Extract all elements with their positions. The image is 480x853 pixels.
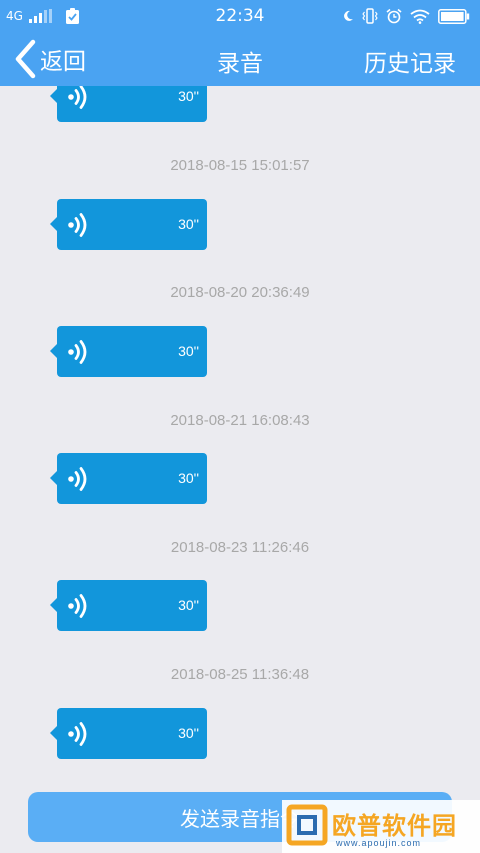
message-timestamp: 2018-08-15 15:01:57 (170, 157, 310, 174)
voice-message-bubble[interactable]: 30'' (50, 453, 207, 504)
voice-message-bubble[interactable]: 30'' (50, 86, 207, 122)
voice-message-bubble[interactable]: 30'' (50, 708, 207, 759)
status-bar: 4G 22:34 (0, 0, 480, 32)
message-timestamp: 2018-08-20 20:36:49 (170, 284, 310, 301)
voice-duration: 30'' (178, 343, 199, 359)
voice-duration: 30'' (178, 88, 199, 104)
sound-wave-icon (68, 86, 87, 109)
history-button[interactable]: 历史记录 (364, 44, 456, 78)
nav-bar: 返回 录音 历史记录 (0, 32, 480, 86)
watermark: 欧普软件园 www.apoujin.com (282, 800, 480, 853)
watermark-logo-icon (286, 804, 328, 846)
voice-duration: 30'' (178, 725, 199, 741)
sound-wave-icon (68, 722, 87, 746)
voice-message-bubble[interactable]: 30'' (50, 580, 207, 631)
status-icons (342, 7, 470, 25)
message-timestamp: 2018-08-25 11:36:48 (170, 666, 310, 683)
battery-icon (438, 8, 470, 24)
wifi-icon (410, 9, 430, 24)
sound-wave-icon (68, 340, 87, 364)
message-timestamp: 2018-08-23 11:26:46 (170, 539, 310, 556)
voice-message-bubble[interactable]: 30'' (50, 199, 207, 250)
watermark-url: www.apoujin.com (336, 838, 422, 848)
moon-icon (344, 10, 353, 21)
message-timestamp: 2018-08-21 16:08:43 (170, 412, 310, 429)
voice-duration: 30'' (178, 216, 199, 232)
voice-message-bubble[interactable]: 30'' (50, 326, 207, 377)
sound-wave-icon (68, 213, 87, 237)
recording-list[interactable]: 30'' 2018-08-15 15:01:57 30'' 2018-08-20… (0, 86, 480, 853)
watermark-text: 欧普软件园 (332, 812, 457, 840)
voice-duration: 30'' (178, 470, 199, 486)
sound-wave-icon (68, 594, 87, 618)
vibrate-icon (362, 8, 378, 24)
alarm-icon (386, 8, 402, 24)
sound-wave-icon (68, 467, 87, 491)
voice-duration: 30'' (178, 597, 199, 613)
